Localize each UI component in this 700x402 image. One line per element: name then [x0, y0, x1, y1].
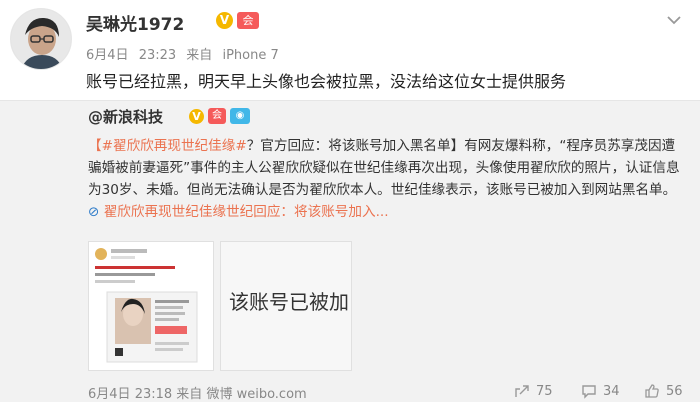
member-badge-icon: 会	[208, 108, 226, 124]
repost-headline: ？官方回应：将该账号加入黑名单】	[246, 138, 465, 154]
repost-date: 6月4日	[88, 387, 131, 402]
repost-button[interactable]: 75	[514, 383, 553, 399]
repost-source[interactable]: 微博 weibo.com	[206, 387, 306, 402]
repost-meta: 6月4日 23:18 来自 微博 weibo.com	[88, 383, 307, 402]
post-meta: 6月4日 23:23 来自 iPhone 7	[86, 44, 285, 63]
share-icon	[515, 385, 529, 397]
member-badge-icon: 会	[237, 12, 259, 29]
post-time: 23:23	[138, 48, 177, 63]
image-caption-text: 该账号已被加	[229, 290, 349, 314]
article-link[interactable]: 翟欣欣再现世纪佳缘世纪回应：将该账号加入...	[104, 204, 389, 220]
like-count: 56	[666, 383, 683, 399]
post-date: 6月4日	[86, 48, 129, 63]
post-source[interactable]: iPhone 7	[222, 48, 278, 63]
comment-button[interactable]: 34	[581, 383, 620, 399]
weibo-post: 吴琳光1972 V 会 6月4日 23:23 来自 iPhone 7 账号已经拉…	[0, 0, 700, 100]
source-prefix: 来自	[186, 48, 213, 63]
chevron-down-icon[interactable]	[664, 10, 684, 30]
repost-footer: 6月4日 23:18 来自 微博 weibo.com 75 34 56	[88, 383, 688, 402]
repost-image-2[interactable]: 该账号已被加	[220, 241, 352, 371]
repost-card[interactable]: @新浪科技 V 会 ◉ 【#翟欣欣再现世纪佳缘#？官方回应：将该账号加入黑名单】…	[0, 100, 700, 402]
topic-link[interactable]: 【#翟欣欣再现世纪佳缘#	[88, 138, 247, 154]
repost-author[interactable]: @新浪科技	[88, 106, 163, 127]
comment-icon	[582, 385, 596, 399]
avatar-image	[11, 9, 71, 69]
repost-body: 【#翟欣欣再现世纪佳缘#？官方回应：将该账号加入黑名单】有网友爆料称，“程序员苏…	[88, 135, 684, 223]
avatar[interactable]	[10, 8, 72, 70]
repost-image-1[interactable]	[88, 241, 214, 371]
source-prefix: 来自	[176, 387, 203, 402]
camera-badge-icon: ◉	[230, 108, 250, 124]
like-button[interactable]: 56	[644, 383, 683, 399]
thumbs-up-icon	[645, 384, 659, 398]
comment-count: 34	[603, 383, 620, 399]
username[interactable]: 吴琳光1972	[86, 10, 184, 35]
verified-icon: V	[189, 109, 204, 124]
repost-count: 75	[536, 383, 553, 399]
link-icon: ⊘	[88, 204, 100, 220]
verified-icon: V	[216, 12, 233, 29]
profile-screenshot-image	[89, 242, 213, 370]
repost-time: 23:18	[134, 387, 173, 402]
post-text: 账号已经拉黑，明天早上头像也会被拉黑，没法给这位女士提供服务	[86, 72, 567, 91]
